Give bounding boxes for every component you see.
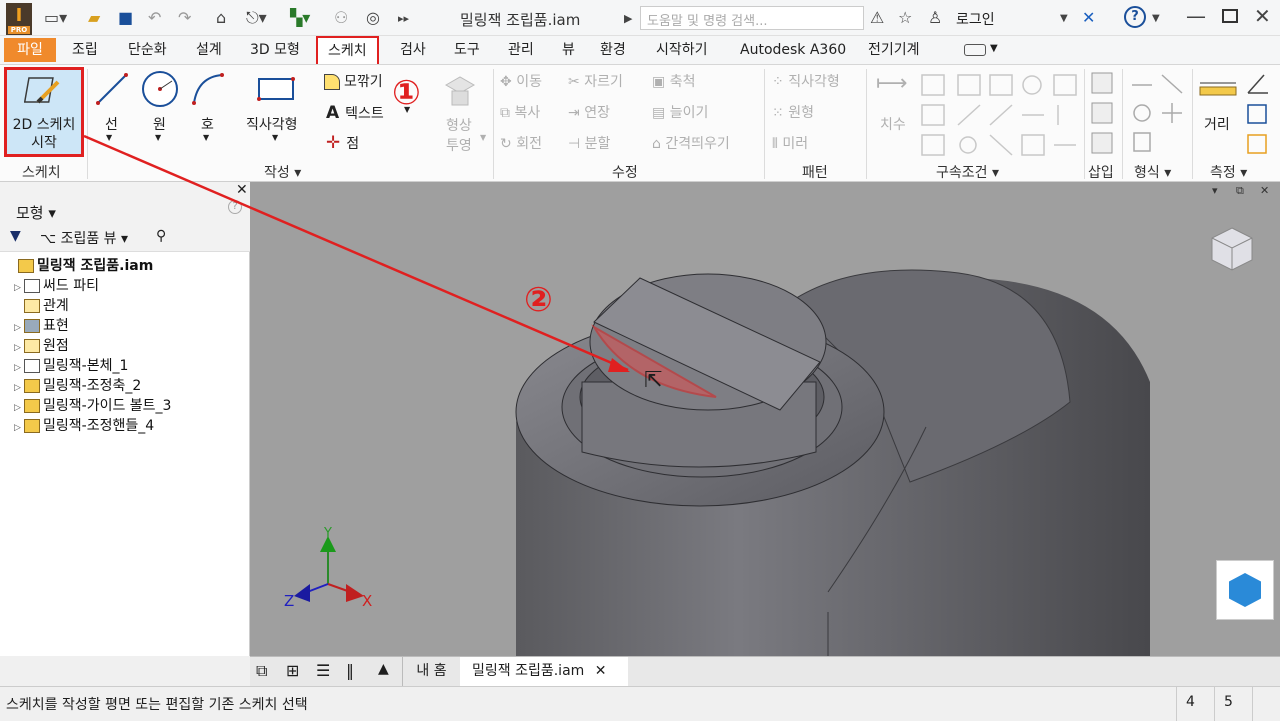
status-separator bbox=[1176, 687, 1177, 721]
tab-list-icon[interactable]: ▲ bbox=[378, 661, 389, 677]
tab-my-home[interactable]: 내 홈 bbox=[402, 657, 460, 687]
tab-assembly-document[interactable]: 밀링잭 조립품.iam ✕ bbox=[460, 657, 628, 687]
status-bar: 스케치를 작성할 평면 또는 편집할 기존 스케치 선택 4 5 bbox=[0, 686, 1280, 721]
tile-icon[interactable]: ⊞ bbox=[286, 661, 299, 680]
status-separator bbox=[1214, 687, 1215, 721]
tab-close-icon[interactable]: ✕ bbox=[595, 663, 607, 679]
status-message: 스케치를 작성할 평면 또는 편집할 기존 스케치 선택 bbox=[6, 697, 308, 713]
cascade-icon[interactable]: ⧉ bbox=[256, 661, 267, 681]
annotation-arrow bbox=[83, 134, 630, 372]
status-count-1: 4 bbox=[1186, 694, 1195, 710]
tile-horizontal-icon[interactable]: ☰ bbox=[316, 661, 330, 680]
status-count-2: 5 bbox=[1224, 694, 1233, 710]
document-tab-bar: ⧉ ⊞ ☰ ‖ ▲ 내 홈 밀링잭 조립품.iam ✕ bbox=[250, 656, 1280, 687]
status-separator bbox=[1252, 687, 1253, 721]
tab-assembly-label: 밀링잭 조립품.iam bbox=[472, 663, 585, 679]
tile-vertical-icon[interactable]: ‖ bbox=[346, 661, 354, 680]
